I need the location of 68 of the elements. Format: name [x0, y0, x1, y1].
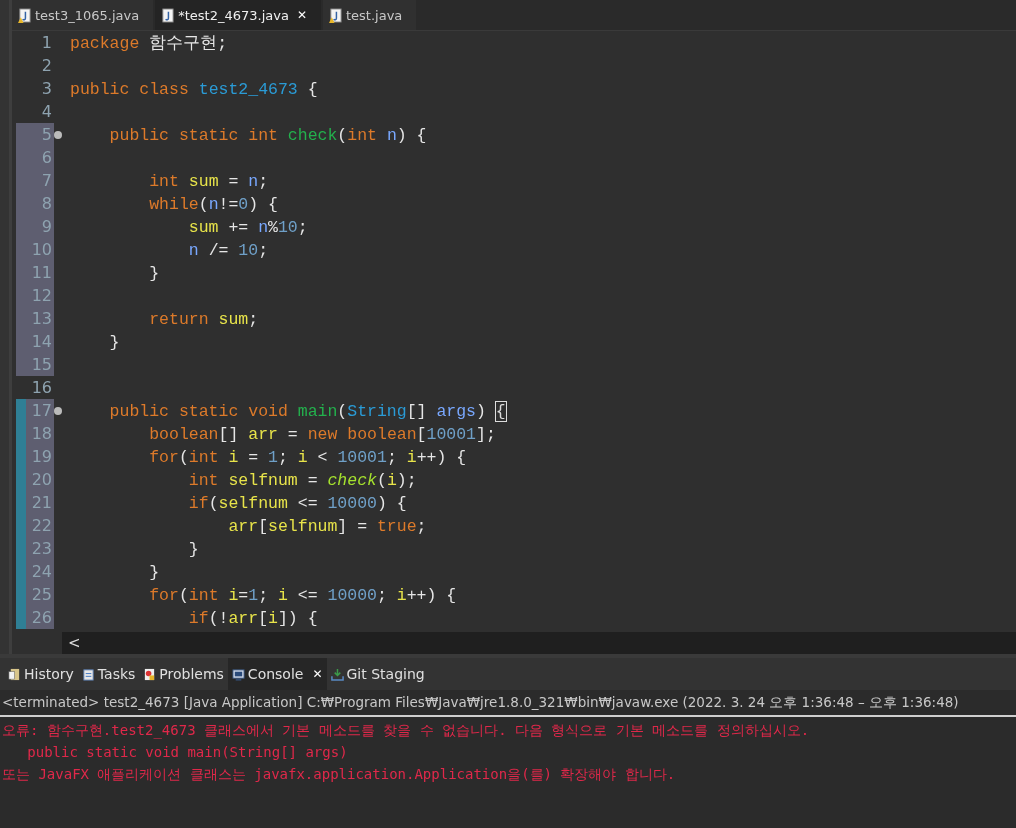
gutter-cell: 25 [16, 583, 54, 606]
gutter-cell-text: 1 [40, 32, 53, 54]
close-icon[interactable]: ✕ [296, 8, 307, 22]
gutter-cell: 15 [16, 353, 54, 376]
gutter-cell: 26 [16, 606, 54, 629]
code-line: } [187, 539, 199, 559]
gutter-cell: 23 [16, 537, 54, 560]
gutter-cell: 10 [16, 238, 54, 261]
fold-icon[interactable] [54, 406, 62, 415]
gutter-cell: 6 [16, 146, 54, 169]
monitor-icon [231, 667, 245, 681]
console-header: <terminated> test2_4673 [Java Application] C:₩Program Files₩Java₩jre1.8.0_321₩bin₩javaw.exe (2022. 3. 24 오후 1:36:48 – 오후 1:36:48) [0, 690, 1016, 717]
gutter-cell: 12 [16, 284, 54, 307]
panel-tab[interactable]: Tasks [77, 658, 140, 690]
code-line: arr[selfnum] = true; [227, 516, 427, 536]
document-icon [8, 667, 21, 681]
code-line: n /= 10; [187, 240, 269, 260]
gutter-cell: 7 [16, 169, 54, 192]
fold-icon[interactable] [54, 130, 62, 139]
code-line: public class test2_4673 { [70, 79, 318, 99]
gutter-cell: 19 [16, 445, 54, 468]
gutter-cell: 22 [16, 514, 54, 537]
editor-tab[interactable]: test3_1065.java [12, 0, 154, 30]
code-line: public static void main(String[] args) { [108, 401, 506, 421]
gutter-cell: 21 [16, 491, 54, 514]
console-error-line: public static void main(String[] args) [26, 743, 349, 762]
code-line: if(selfnum <= 10000) { [187, 493, 407, 513]
panel-tab[interactable]: Problems [139, 658, 228, 690]
panel-tab[interactable]: Console ✕ [227, 658, 327, 690]
close-icon[interactable]: ✕ [312, 667, 323, 681]
code-line: for(int i = 1; i < 10001; i++) { [148, 447, 467, 467]
gutter-cell-text: 2 [40, 55, 53, 77]
code-line: } [148, 263, 160, 283]
gutter-cell: 11 [16, 261, 54, 284]
code-line: if(!arr[i]) { [187, 608, 318, 628]
gutter-cell-text: 16 [30, 377, 53, 399]
panel-tab[interactable]: History [4, 658, 78, 690]
problems-icon [143, 667, 157, 681]
code-line: boolean[] arr = new boolean[10001]; [148, 424, 496, 444]
console-error-line: 또는 JavaFX 애플리케이션 클래스는 javafx.application.Application을(를) 확장해야 합니다. [2, 765, 677, 784]
code-line: public static int check(int n) { [108, 125, 427, 145]
code-line: sum += n%10; [187, 217, 308, 237]
gutter-cell: 9 [16, 215, 54, 238]
code-line: int selfnum = check(i); [187, 470, 417, 490]
gutter-cell: 5 [16, 123, 54, 146]
gutter-cell-text: 3 [40, 78, 53, 100]
clipboard-icon [81, 667, 95, 681]
download-icon [330, 667, 344, 681]
code-line: while(n!=0) { [148, 194, 278, 214]
code-line: return sum; [148, 309, 259, 329]
code-line: } [148, 562, 160, 582]
gutter-cell: 14 [16, 330, 54, 353]
panel-tab[interactable]: Git Staging [326, 658, 429, 690]
code-line: for(int i=1; i <= 10000; i++) { [148, 585, 457, 605]
scroll-left-arrow[interactable]: < [62, 634, 81, 652]
gutter-cell: 17 [16, 399, 54, 422]
code-line: int sum = n; [148, 171, 269, 191]
gutter-cell: 8 [16, 192, 54, 215]
editor-tab[interactable]: test.java [322, 0, 417, 30]
editor-tab[interactable]: *test2_4673.java ✕ [155, 0, 321, 30]
console-error-line: 오류: 함수구현.test2_4673 클래스에서 기본 메소드를 찾을 수 없습니다. 다음 형식으로 기본 메소드를 정의하십시오. [2, 721, 811, 741]
gutter-cell-text: 4 [40, 101, 53, 123]
code-line: package 함수구현; [70, 33, 228, 53]
gutter-cell: 24 [16, 560, 54, 583]
gutter-cell: 18 [16, 422, 54, 445]
gutter-cell: 20 [16, 468, 54, 491]
gutter-cell: 13 [16, 307, 54, 330]
code-line: } [108, 332, 120, 352]
